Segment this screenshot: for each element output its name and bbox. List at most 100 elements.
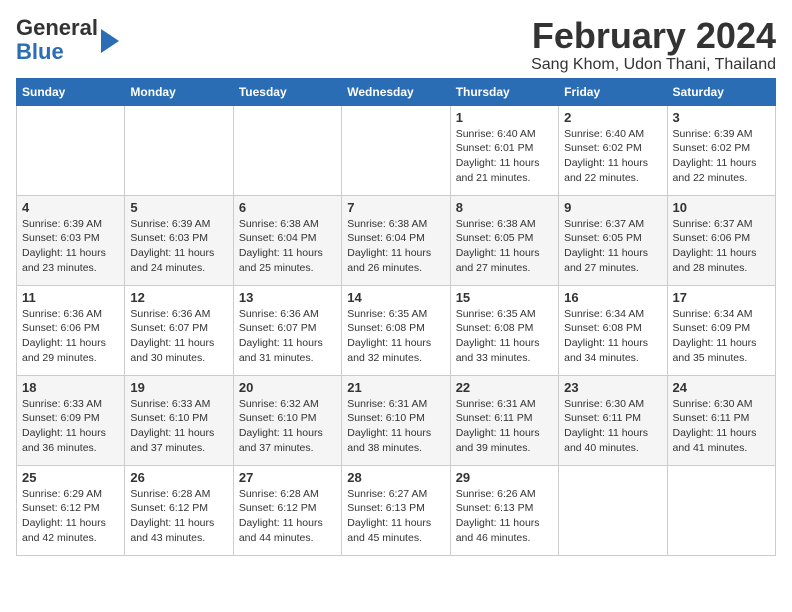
calendar-cell: [17, 105, 125, 195]
calendar-cell: 14Sunrise: 6:35 AM Sunset: 6:08 PM Dayli…: [342, 285, 450, 375]
header: General Blue February 2024 Sang Khom, Ud…: [16, 16, 776, 74]
day-info: Sunrise: 6:34 AM Sunset: 6:08 PM Dayligh…: [564, 307, 661, 366]
day-of-week-tuesday: Tuesday: [233, 78, 341, 105]
calendar-cell: 21 Sunrise: 6:31 AM Sunset: 6:10 PM Dayli…: [342, 375, 450, 465]
day-number: 10: [673, 200, 770, 215]
calendar-cell: 25 Sunrise: 6:29 AM Sunset: 6:12 PM Dayli…: [17, 465, 125, 555]
day-of-week-wednesday: Wednesday: [342, 78, 450, 105]
logo-blue: Blue: [16, 39, 64, 64]
calendar-cell: 15 Sunrise: 6:35 AM Sunset: 6:08 PM Dayli…: [450, 285, 558, 375]
calendar-cell: 28 Sunrise: 6:27 AM Sunset: 6:13 PM Dayli…: [342, 465, 450, 555]
day-info: Sunrise: 6:31 AM Sunset: 6:10 PM Dayligh…: [347, 397, 444, 456]
calendar-cell: 29Sunrise: 6:26 AM Sunset: 6:13 PM Dayli…: [450, 465, 558, 555]
calendar-cell: 24 Sunrise: 6:30 AM Sunset: 6:11 PM Dayli…: [667, 375, 775, 465]
calendar-title: February 2024: [531, 16, 776, 56]
day-info: Sunrise: 6:29 AM Sunset: 6:12 PM Dayligh…: [22, 487, 119, 546]
calendar-cell: 17 Sunrise: 6:34 AM Sunset: 6:09 PM Dayli…: [667, 285, 775, 375]
day-number: 11: [22, 290, 119, 305]
day-info: Sunrise: 6:28 AM Sunset: 6:12 PM Dayligh…: [130, 487, 227, 546]
day-info: Sunrise: 6:33 AM Sunset: 6:09 PM Dayligh…: [22, 397, 119, 456]
logo: General Blue: [16, 16, 119, 64]
day-number: 6: [239, 200, 336, 215]
calendar-cell: 18 Sunrise: 6:33 AM Sunset: 6:09 PM Dayli…: [17, 375, 125, 465]
calendar-subtitle: Sang Khom, Udon Thani, Thailand: [531, 56, 776, 74]
calendar-body: 1 Sunrise: 6:40 AM Sunset: 6:01 PM Daylig…: [17, 105, 776, 555]
day-number: 12: [130, 290, 227, 305]
day-info: Sunrise: 6:35 AM Sunset: 6:08 PM Dayligh…: [347, 307, 444, 366]
day-number: 25: [22, 470, 119, 485]
day-number: 17: [673, 290, 770, 305]
title-area: February 2024 Sang Khom, Udon Thani, Tha…: [531, 16, 776, 74]
calendar-header: SundayMondayTuesdayWednesdayThursdayFrid…: [17, 78, 776, 105]
calendar-cell: 6 Sunrise: 6:38 AM Sunset: 6:04 PM Daylig…: [233, 195, 341, 285]
calendar-cell: [125, 105, 233, 195]
day-number: 5: [130, 200, 227, 215]
day-info: Sunrise: 6:36 AM Sunset: 6:06 PM Dayligh…: [22, 307, 119, 366]
day-number: 28: [347, 470, 444, 485]
day-number: 9: [564, 200, 661, 215]
logo-general: General: [16, 15, 98, 40]
day-number: 18: [22, 380, 119, 395]
calendar-cell: 13 Sunrise: 6:36 AM Sunset: 6:07 PM Dayli…: [233, 285, 341, 375]
days-of-week-row: SundayMondayTuesdayWednesdayThursdayFrid…: [17, 78, 776, 105]
day-info: Sunrise: 6:39 AM Sunset: 6:03 PM Dayligh…: [130, 217, 227, 276]
week-row: 11 Sunrise: 6:36 AM Sunset: 6:06 PM Dayli…: [17, 285, 776, 375]
calendar-cell: 19 Sunrise: 6:33 AM Sunset: 6:10 PM Dayli…: [125, 375, 233, 465]
day-info: Sunrise: 6:40 AM Sunset: 6:01 PM Dayligh…: [456, 127, 553, 186]
day-info: Sunrise: 6:26 AM Sunset: 6:13 PM Dayligh…: [456, 487, 553, 546]
day-number: 13: [239, 290, 336, 305]
day-info: Sunrise: 6:39 AM Sunset: 6:02 PM Dayligh…: [673, 127, 770, 186]
day-number: 19: [130, 380, 227, 395]
day-info: Sunrise: 6:38 AM Sunset: 6:04 PM Dayligh…: [347, 217, 444, 276]
day-number: 2: [564, 110, 661, 125]
calendar-cell: 8 Sunrise: 6:38 AM Sunset: 6:05 PM Daylig…: [450, 195, 558, 285]
day-of-week-monday: Monday: [125, 78, 233, 105]
calendar-cell: 20Sunrise: 6:32 AM Sunset: 6:10 PM Dayli…: [233, 375, 341, 465]
day-info: Sunrise: 6:36 AM Sunset: 6:07 PM Dayligh…: [239, 307, 336, 366]
day-of-week-sunday: Sunday: [17, 78, 125, 105]
calendar-cell: [233, 105, 341, 195]
day-info: Sunrise: 6:33 AM Sunset: 6:10 PM Dayligh…: [130, 397, 227, 456]
day-info: Sunrise: 6:38 AM Sunset: 6:04 PM Dayligh…: [239, 217, 336, 276]
day-number: 8: [456, 200, 553, 215]
calendar-cell: 9Sunrise: 6:37 AM Sunset: 6:05 PM Daylig…: [559, 195, 667, 285]
day-number: 22: [456, 380, 553, 395]
day-number: 1: [456, 110, 553, 125]
week-row: 18 Sunrise: 6:33 AM Sunset: 6:09 PM Dayli…: [17, 375, 776, 465]
calendar-cell: 22 Sunrise: 6:31 AM Sunset: 6:11 PM Dayli…: [450, 375, 558, 465]
calendar-cell: [667, 465, 775, 555]
calendar-cell: 3 Sunrise: 6:39 AM Sunset: 6:02 PM Daylig…: [667, 105, 775, 195]
day-number: 15: [456, 290, 553, 305]
calendar-cell: 27Sunrise: 6:28 AM Sunset: 6:12 PM Dayli…: [233, 465, 341, 555]
day-info: Sunrise: 6:30 AM Sunset: 6:11 PM Dayligh…: [673, 397, 770, 456]
week-row: 1 Sunrise: 6:40 AM Sunset: 6:01 PM Daylig…: [17, 105, 776, 195]
day-info: Sunrise: 6:30 AM Sunset: 6:11 PM Dayligh…: [564, 397, 661, 456]
day-number: 4: [22, 200, 119, 215]
day-number: 26: [130, 470, 227, 485]
calendar-cell: 1 Sunrise: 6:40 AM Sunset: 6:01 PM Daylig…: [450, 105, 558, 195]
day-info: Sunrise: 6:27 AM Sunset: 6:13 PM Dayligh…: [347, 487, 444, 546]
calendar-table: SundayMondayTuesdayWednesdayThursdayFrid…: [16, 78, 776, 556]
day-info: Sunrise: 6:37 AM Sunset: 6:06 PM Dayligh…: [673, 217, 770, 276]
day-number: 16: [564, 290, 661, 305]
day-info: Sunrise: 6:36 AM Sunset: 6:07 PM Dayligh…: [130, 307, 227, 366]
calendar-cell: 26 Sunrise: 6:28 AM Sunset: 6:12 PM Dayli…: [125, 465, 233, 555]
calendar-cell: 16 Sunrise: 6:34 AM Sunset: 6:08 PM Dayli…: [559, 285, 667, 375]
day-info: Sunrise: 6:32 AM Sunset: 6:10 PM Dayligh…: [239, 397, 336, 456]
day-info: Sunrise: 6:34 AM Sunset: 6:09 PM Dayligh…: [673, 307, 770, 366]
calendar-cell: [559, 465, 667, 555]
day-number: 23: [564, 380, 661, 395]
day-of-week-saturday: Saturday: [667, 78, 775, 105]
day-of-week-thursday: Thursday: [450, 78, 558, 105]
day-number: 21: [347, 380, 444, 395]
day-info: Sunrise: 6:38 AM Sunset: 6:05 PM Dayligh…: [456, 217, 553, 276]
calendar-cell: 23 Sunrise: 6:30 AM Sunset: 6:11 PM Dayli…: [559, 375, 667, 465]
calendar-cell: 5 Sunrise: 6:39 AM Sunset: 6:03 PM Daylig…: [125, 195, 233, 285]
day-number: 3: [673, 110, 770, 125]
logo-arrow-icon: [101, 29, 119, 53]
day-number: 24: [673, 380, 770, 395]
day-info: Sunrise: 6:35 AM Sunset: 6:08 PM Dayligh…: [456, 307, 553, 366]
week-row: 25 Sunrise: 6:29 AM Sunset: 6:12 PM Dayli…: [17, 465, 776, 555]
day-info: Sunrise: 6:31 AM Sunset: 6:11 PM Dayligh…: [456, 397, 553, 456]
calendar-cell: 11 Sunrise: 6:36 AM Sunset: 6:06 PM Dayli…: [17, 285, 125, 375]
